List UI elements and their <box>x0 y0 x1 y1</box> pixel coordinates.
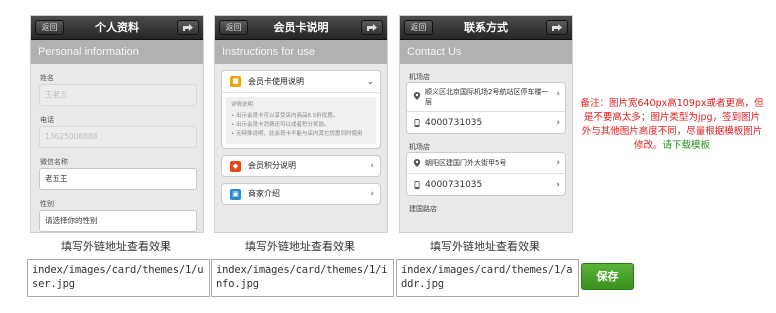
preview-contact: 返回 联系方式 Contact Us 机场店 顺义区北京国际机场2号航站区停车楼… <box>399 15 573 233</box>
phone-label: 电话 <box>40 116 54 124</box>
location-icon <box>413 159 421 167</box>
banner-header: Personal information <box>31 40 203 64</box>
save-button[interactable]: 保存 <box>581 263 634 290</box>
preview-caption: 填写外链地址查看效果 <box>61 240 171 253</box>
card-icon: ■ <box>230 76 241 87</box>
address-text: 顺义区北京国际机场2号航站区停车楼一层 <box>425 88 549 106</box>
address-row[interactable]: 顺义区北京国际机场2号航站区停车楼一层 › <box>407 83 565 111</box>
chevron-right-icon: › <box>370 189 374 199</box>
details-title: 详情说明 <box>231 102 254 108</box>
chevron-down-icon: ⌄ <box>366 77 374 87</box>
shop-intro-item[interactable]: ▣ 商家介绍 › <box>221 183 381 205</box>
preview-caption: 填写外链地址查看效果 <box>430 240 540 253</box>
accordion-header[interactable]: ■ 会员卡使用说明 ⌄ <box>222 71 380 93</box>
phone-number: 4000731035 <box>425 118 483 128</box>
back-button[interactable]: 返回 <box>404 20 433 35</box>
address-row[interactable]: 朝阳区建国门外大街甲5号 › <box>407 153 565 173</box>
details-line: • 出示会员卡消费还可以成者积分奖励。 <box>231 122 330 128</box>
wechat-field[interactable]: 老五王 <box>39 168 197 190</box>
phone-row[interactable]: 4000731035 › <box>407 111 565 133</box>
phone-title: 个人资料 <box>95 21 139 34</box>
details-line: • 出示会员卡可以享受店内商品8.5折优惠。 <box>231 113 339 119</box>
card-usage-accordion[interactable]: ■ 会员卡使用说明 ⌄ 详情说明 • 出示会员卡可以享受店内商品8.5折优惠。 … <box>221 70 381 149</box>
details-line: • 无特殊说明，此会员卡不能与店内其它优惠同时使用 <box>231 131 363 137</box>
image-size-note: 备注：图片宽640px高109px或者更高，但是不要高太多；图片类型为jpg，签… <box>580 97 764 153</box>
points-icon: ◆ <box>230 161 241 172</box>
phone-title: 联系方式 <box>464 21 508 34</box>
download-template-link[interactable]: 请下载模板 <box>663 140 711 151</box>
phone-topbar: 返回 个人资料 <box>31 16 203 40</box>
shop-icon: ▣ <box>230 189 241 200</box>
banner-header: Instructions for use <box>215 40 387 64</box>
accordion-title: 会员卡使用说明 <box>248 77 304 86</box>
phone-icon <box>414 181 420 189</box>
back-button[interactable]: 返回 <box>35 20 64 35</box>
theme-editor: 返回 个人资料 Personal information 姓名 王老五 电话 1… <box>0 0 776 313</box>
shop-intro-label: 商家介绍 <box>248 189 280 198</box>
share-icon[interactable] <box>177 20 199 35</box>
points-info-label: 会员积分说明 <box>248 161 296 170</box>
chevron-right-icon: › <box>370 161 374 171</box>
phone-title: 会员卡说明 <box>273 21 329 34</box>
store-name: 机场店 <box>409 73 430 81</box>
accordion-body: 详情说明 • 出示会员卡可以享受店内商品8.5折优惠。 • 出示会员卡消费还可以… <box>226 97 376 144</box>
back-button[interactable]: 返回 <box>219 20 248 35</box>
preview-caption: 填写外链地址查看效果 <box>245 240 355 253</box>
share-icon[interactable] <box>361 20 383 35</box>
name-label: 姓名 <box>40 74 54 82</box>
share-icon[interactable] <box>546 20 568 35</box>
phone-field: 13625008888 <box>39 126 197 148</box>
location-icon <box>413 92 421 100</box>
address-text: 朝阳区建国门外大街甲5号 <box>425 159 507 167</box>
addr-image-url-input[interactable]: index/images/card/themes/1/addr.jpg <box>396 259 579 297</box>
gender-select[interactable]: 请选择你的性别 <box>39 210 197 232</box>
preview-card-instructions: 返回 会员卡说明 Instructions for use ■ 会员卡使用说明 … <box>214 15 388 233</box>
wechat-label: 微信名称 <box>40 158 68 166</box>
name-field: 王老五 <box>39 84 197 106</box>
phone-icon <box>414 119 420 127</box>
preview-personal-info: 返回 个人资料 Personal information 姓名 王老五 电话 1… <box>30 15 204 233</box>
chevron-right-icon: › <box>556 158 560 168</box>
user-image-url-input[interactable]: index/images/card/themes/1/user.jpg <box>27 259 210 297</box>
info-image-url-input[interactable]: index/images/card/themes/1/info.jpg <box>211 259 394 297</box>
phone-number: 4000731035 <box>425 180 483 190</box>
points-info-item[interactable]: ◆ 会员积分说明 › <box>221 155 381 177</box>
banner-header: Contact Us <box>400 40 572 64</box>
chevron-right-icon: › <box>556 89 560 99</box>
store-name: 机场店 <box>409 143 430 151</box>
phone-row[interactable]: 4000731035 › <box>407 173 565 195</box>
store-card: 朝阳区建国门外大街甲5号 › 4000731035 › <box>406 152 566 196</box>
store-card: 顺义区北京国际机场2号航站区停车楼一层 › 4000731035 › <box>406 82 566 134</box>
phone-topbar: 返回 会员卡说明 <box>215 16 387 40</box>
chevron-right-icon: › <box>556 180 560 190</box>
gender-label: 性别 <box>40 200 54 208</box>
store-name: 建国路店 <box>409 205 437 213</box>
phone-topbar: 返回 联系方式 <box>400 16 572 40</box>
chevron-right-icon: › <box>556 118 560 128</box>
